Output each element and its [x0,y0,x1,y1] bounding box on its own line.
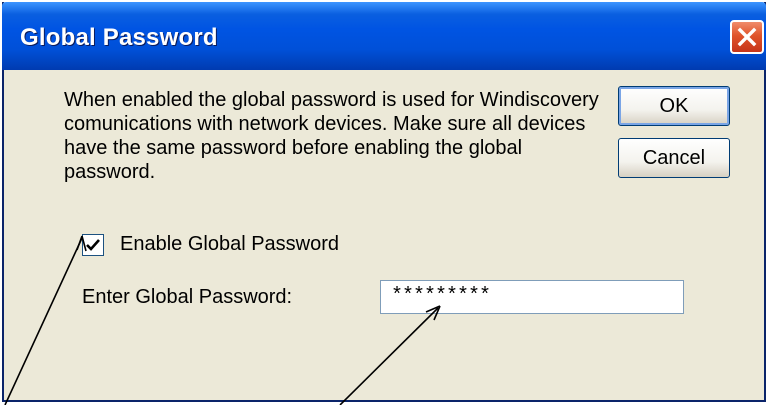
title-bar[interactable]: Global Password [2,2,766,70]
description-text: When enabled the global password is used… [64,89,599,183]
close-button[interactable] [730,20,764,54]
password-label: Enter Global Password: [82,286,293,308]
cancel-button[interactable]: Cancel [618,138,730,178]
ok-button[interactable]: OK [618,86,730,126]
enable-global-password-checkbox[interactable] [82,234,104,256]
enable-global-password-label[interactable]: Enable Global Password [120,233,339,256]
password-input[interactable]: ********* [380,280,684,314]
checkmark-icon [86,239,100,251]
dialog-body: When enabled the global password is used… [4,70,764,402]
dialog-title: Global Password [20,24,218,51]
close-icon [737,27,757,47]
dialog-window: Global Password When enabled the global … [2,2,766,402]
